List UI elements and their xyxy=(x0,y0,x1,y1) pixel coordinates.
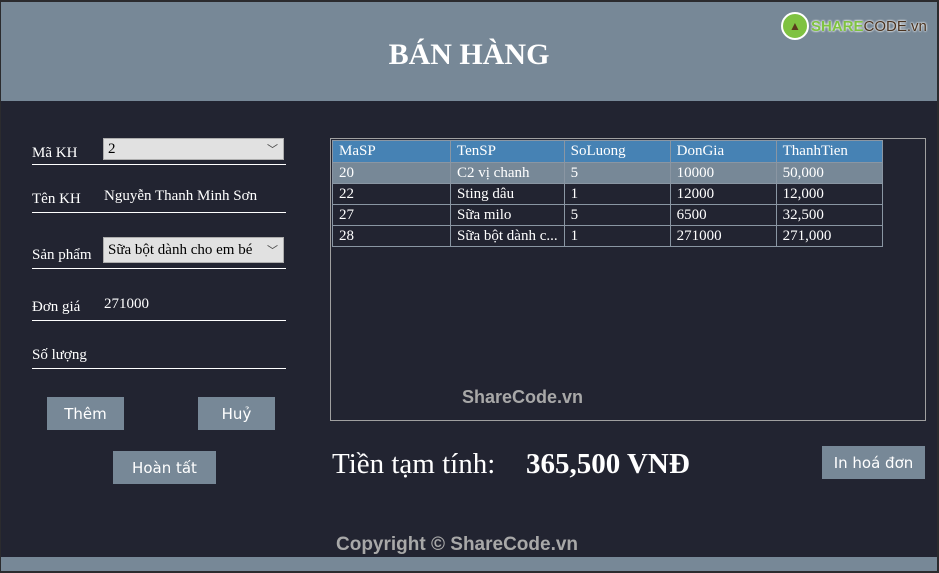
column-header-soluong[interactable]: SoLuong xyxy=(563,140,671,163)
chevron-down-icon[interactable]: ﹀ xyxy=(267,141,278,157)
quantity-label: Số lượng xyxy=(32,347,87,363)
cell-tensp[interactable]: Sting dâu xyxy=(450,183,565,205)
product-value: Sữa bột dành cho em bé xyxy=(108,242,253,258)
customer-id-underline xyxy=(32,164,286,165)
unit-price-label: Đơn giá xyxy=(32,299,81,315)
recycle-logo-icon: ▲ xyxy=(781,12,809,40)
table-row[interactable]: 22 Sting dâu 1 12000 12,000 xyxy=(332,183,883,205)
cell-soluong[interactable]: 5 xyxy=(563,204,671,226)
cell-soluong[interactable]: 1 xyxy=(563,225,671,247)
cell-masp[interactable]: 28 xyxy=(332,225,451,247)
subtotal-value: 365,500 VNĐ xyxy=(526,448,690,480)
cell-masp[interactable]: 22 xyxy=(332,183,451,205)
subtotal-label: Tiền tạm tính: xyxy=(332,448,496,480)
cell-thanhtien[interactable]: 271,000 xyxy=(775,225,883,247)
cell-thanhtien[interactable]: 32,500 xyxy=(775,204,883,226)
cell-dongia[interactable]: 10000 xyxy=(669,162,777,184)
add-button[interactable]: Thêm xyxy=(47,397,124,430)
print-invoice-button[interactable]: In hoá đơn xyxy=(822,446,925,479)
customer-id-value: 2 xyxy=(108,141,116,157)
header-bar: BÁN HÀNG ▲ SHARE CODE.vn xyxy=(1,2,937,101)
chevron-down-icon[interactable]: ﹀ xyxy=(267,242,278,258)
cell-soluong[interactable]: 5 xyxy=(563,162,671,184)
logo-suffix: CODE.vn xyxy=(863,17,927,35)
cell-tensp[interactable]: Sữa bột dành c... xyxy=(450,225,565,247)
customer-name-underline xyxy=(32,212,286,213)
copyright: Copyright © ShareCode.vn xyxy=(336,534,579,555)
cell-masp[interactable]: 20 xyxy=(332,162,451,184)
unit-price-underline xyxy=(32,320,286,321)
customer-name-field[interactable]: Nguyễn Thanh Minh Sơn xyxy=(104,188,257,205)
cell-tensp[interactable]: Sữa milo xyxy=(450,204,565,226)
customer-id-select[interactable]: 2 ﹀ xyxy=(103,138,284,160)
quantity-field[interactable] xyxy=(104,347,284,365)
cell-dongia[interactable]: 271000 xyxy=(669,225,777,247)
page-title: BÁN HÀNG xyxy=(388,38,550,71)
footer-bar xyxy=(1,557,937,571)
table-row[interactable]: 20 C2 vị chanh 5 10000 50,000 xyxy=(332,162,883,184)
cell-soluong[interactable]: 1 xyxy=(563,183,671,205)
cell-thanhtien[interactable]: 12,000 xyxy=(775,183,883,205)
customer-id-label: Mã KH xyxy=(32,145,78,161)
cell-dongia[interactable]: 12000 xyxy=(669,183,777,205)
cell-dongia[interactable]: 6500 xyxy=(669,204,777,226)
table-row[interactable]: 27 Sữa milo 5 6500 32,500 xyxy=(332,204,883,226)
watermark: ShareCode.vn xyxy=(462,387,584,407)
column-header-dongia[interactable]: DonGia xyxy=(669,140,777,163)
column-header-tensp[interactable]: TenSP xyxy=(450,140,565,163)
column-header-masp[interactable]: MaSP xyxy=(332,140,451,163)
cancel-button[interactable]: Huỷ xyxy=(198,397,275,430)
sharecode-logo: ▲ SHARE CODE.vn xyxy=(781,12,927,40)
product-select[interactable]: Sữa bột dành cho em bé ﹀ xyxy=(103,237,284,263)
order-table: MaSP TenSP SoLuong DonGia ThanhTien 20 C2 vị … xyxy=(332,140,883,247)
table-row[interactable]: 28 Sữa bột dành c... 1 271000 271,000 xyxy=(332,225,883,247)
sales-window: BÁN HÀNG ▲ SHARE CODE.vn Mã KH 2 ﹀ Tên KH… xyxy=(1,2,937,571)
grid-header-row: MaSP TenSP SoLuong DonGia ThanhTien xyxy=(332,140,883,163)
customer-name-label: Tên KH xyxy=(32,191,81,207)
product-underline xyxy=(32,268,286,269)
product-label: Sản phẩm xyxy=(32,247,92,263)
cell-masp[interactable]: 27 xyxy=(332,204,451,226)
cell-tensp[interactable]: C2 vị chanh xyxy=(450,162,565,184)
quantity-underline xyxy=(32,368,286,369)
unit-price-field[interactable]: 271000 xyxy=(104,296,149,313)
finish-button[interactable]: Hoàn tất xyxy=(113,451,216,484)
logo-prefix: SHARE xyxy=(811,17,864,35)
cell-thanhtien[interactable]: 50,000 xyxy=(775,162,883,184)
order-grid[interactable]: MaSP TenSP SoLuong DonGia ThanhTien 20 C2 vị … xyxy=(330,138,926,421)
column-header-thanhtien[interactable]: ThanhTien xyxy=(775,140,883,163)
